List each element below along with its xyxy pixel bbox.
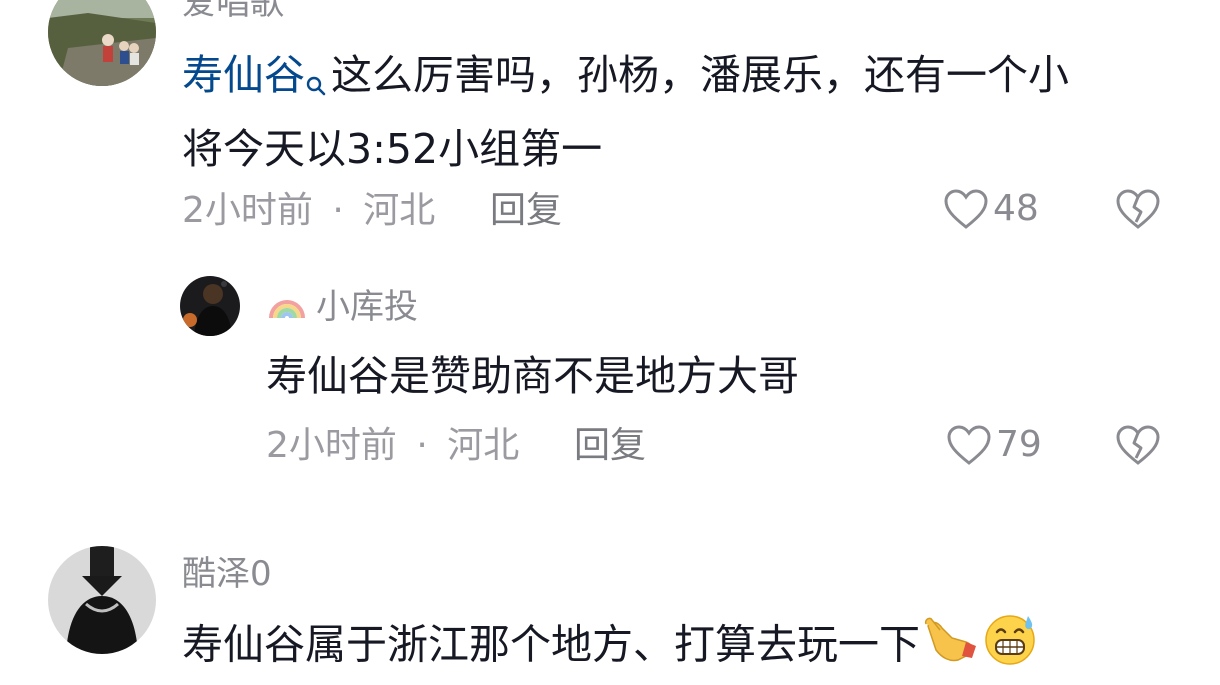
broken-heart-icon (1116, 189, 1160, 229)
comment-content: 寿仙谷属于浙江那个地方、打算去玩一下 (182, 610, 1038, 685)
avatar-photo (48, 0, 156, 86)
comment-meta: 2小时前 · 河北 (266, 428, 519, 464)
like-count: 48 (993, 188, 1039, 229)
reply-button[interactable]: 回复 (490, 193, 562, 229)
heart-icon (944, 189, 988, 229)
comment-meta: 2小时前 · 河北 (182, 193, 435, 229)
grinning-sweat-emoji-icon (982, 610, 1038, 685)
avatar[interactable] (48, 546, 156, 654)
comment-location: 河北 (363, 190, 436, 231)
comment-username[interactable]: 小库投 (316, 290, 418, 324)
meta-separator: · (332, 190, 344, 231)
avatar-photo (180, 276, 240, 336)
avatar-photo (48, 546, 156, 654)
broken-heart-icon (1116, 425, 1160, 465)
comment-text: 寿仙谷属于浙江那个地方、打算去玩一下 (182, 620, 920, 669)
meta-separator: · (416, 425, 428, 466)
comment-location: 河北 (447, 425, 520, 466)
avatar[interactable] (48, 0, 156, 86)
comment-username[interactable]: 酷泽0 (182, 557, 272, 591)
dislike-button[interactable] (1115, 188, 1161, 234)
comment-text: 这么厉害吗，孙杨，潘展乐，还有一个小 (331, 51, 1069, 99)
like-button[interactable]: 48 (943, 188, 1039, 230)
comment-username[interactable]: 爱唱歌 (182, 0, 284, 20)
pointing-hand-emoji-icon (922, 612, 978, 683)
comment-time: 2小时前 (266, 425, 397, 466)
rainbow-icon (269, 300, 305, 319)
reply-button[interactable]: 回复 (574, 428, 646, 464)
like-button[interactable]: 79 (946, 424, 1042, 466)
search-link[interactable]: 寿仙谷 (182, 51, 331, 99)
search-icon (305, 50, 327, 116)
comment-text-line2: 将今天以3:52小组第一 (182, 125, 603, 173)
comment-content: 寿仙谷是赞助商不是地方大哥 (266, 352, 799, 400)
avatar[interactable] (180, 276, 240, 336)
dislike-button[interactable] (1115, 424, 1161, 470)
comment-time: 2小时前 (182, 190, 313, 231)
reply-username-row[interactable]: 小库投 (268, 290, 418, 324)
search-link-text[interactable]: 寿仙谷 (182, 51, 305, 99)
heart-icon (947, 425, 991, 465)
comment-content: 寿仙谷 这么厉害吗，孙杨，潘展乐，还有一个小 将今天以3:52小组第一 (182, 42, 1182, 182)
comment-content-line: 寿仙谷 这么厉害吗，孙杨，潘展乐，还有一个小 (182, 42, 1182, 116)
like-count: 79 (996, 424, 1042, 465)
